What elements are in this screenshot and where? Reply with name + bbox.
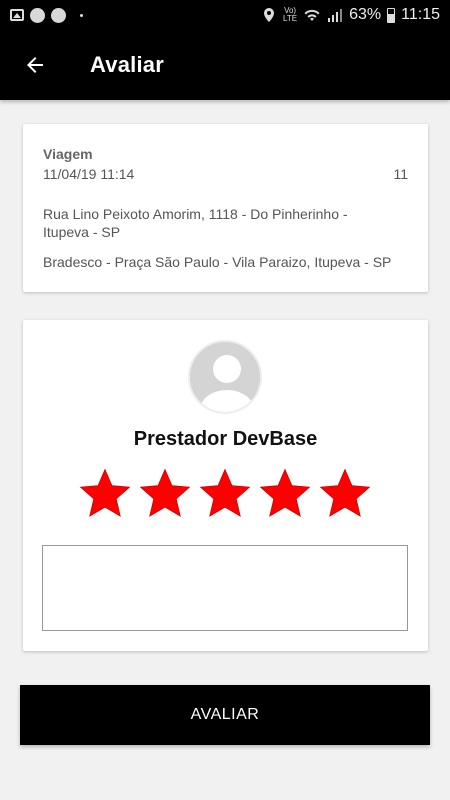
star-4-icon[interactable] [258,466,312,520]
trip-origin-address: Rua Lino Peixoto Amorim, 1118 - Do Pinhe… [43,206,348,240]
trip-datetime: 11/04/19 11:14 [43,166,135,182]
trip-destination-address: Bradesco - Praça São Paulo - Vila Paraiz… [43,254,392,270]
star-5-icon[interactable] [318,466,372,520]
trip-card: Viagem 11/04/19 11:14 11 Rua Lino Peixot… [23,124,428,292]
rating-card: Prestador DevBase [23,320,428,651]
more-notifications-icon [80,13,83,17]
trip-label: Viagem [43,146,93,162]
star-1-icon[interactable] [78,466,132,520]
comment-input[interactable] [42,545,408,631]
status-right: Vo) LTE 63% 11:15 [261,6,440,24]
battery-percent: 63% [349,6,382,23]
status-time: 11:15 [401,6,440,23]
wifi-icon [304,9,320,21]
lte-label: LTE [283,14,298,23]
battery-icon [387,7,396,23]
page-title: Avaliar [90,52,164,77]
notification-dot-icon [51,7,66,23]
status-left [10,7,83,23]
arrow-left-icon [27,57,43,73]
back-button[interactable] [0,30,70,100]
app-bar: Avaliar [0,30,450,100]
status-bar: Vo) LTE 63% 11:15 [0,0,450,30]
star-3-icon[interactable] [198,466,252,520]
user-avatar-icon [188,340,262,414]
star-2-icon[interactable] [138,466,192,520]
star-rating [78,466,372,520]
notification-dot-icon [30,7,45,23]
location-icon [264,8,275,22]
provider-name: Prestador DevBase [133,428,318,450]
signal-icon [328,9,343,22]
trip-info-row: 11/04/19 11:14 11 [43,166,408,182]
submit-rating-button[interactable]: AVALIAR [20,685,430,745]
trip-number: 11 [393,166,408,182]
volte-icon: Vo) LTE [283,7,297,23]
photo-icon [10,9,24,21]
